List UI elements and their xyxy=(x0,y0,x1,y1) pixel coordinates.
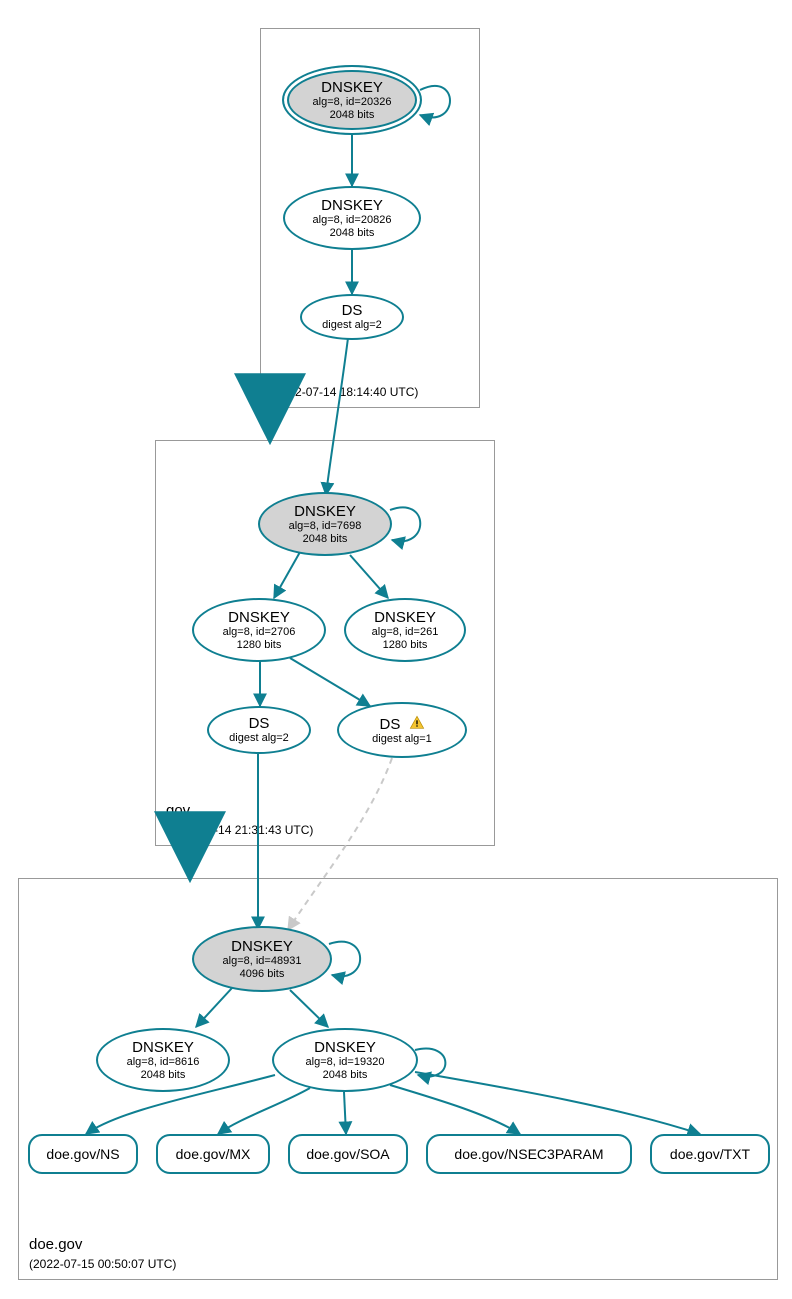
zone-gov-ts: (2022-07-14 21:31:43 UTC) xyxy=(166,823,313,837)
node-root-ds-title: DS xyxy=(342,302,363,319)
node-root-zsk-sub1: alg=8, id=20826 xyxy=(313,214,392,227)
node-doe-zsk-b[interactable]: DNSKEY alg=8, id=19320 2048 bits xyxy=(272,1028,418,1092)
node-doe-ksk-sub2: 4096 bits xyxy=(240,968,285,981)
rr-txt[interactable]: doe.gov/TXT xyxy=(650,1134,770,1174)
node-gov-zsk-b[interactable]: DNSKEY alg=8, id=261 1280 bits xyxy=(344,598,466,662)
node-root-zsk-sub2: 2048 bits xyxy=(330,227,375,240)
node-doe-ksk-sub1: alg=8, id=48931 xyxy=(223,955,302,968)
rr-txt-label: doe.gov/TXT xyxy=(670,1146,750,1162)
node-gov-zsk-b-title: DNSKEY xyxy=(374,609,436,626)
rr-soa[interactable]: doe.gov/SOA xyxy=(288,1134,408,1174)
zone-doe-ts: (2022-07-15 00:50:07 UTC) xyxy=(29,1257,176,1271)
node-gov-zsk-a[interactable]: DNSKEY alg=8, id=2706 1280 bits xyxy=(192,598,326,662)
node-gov-ds-b[interactable]: DS digest alg=1 xyxy=(337,702,467,758)
node-root-zsk[interactable]: DNSKEY alg=8, id=20826 2048 bits xyxy=(283,186,421,250)
zone-gov-name: gov xyxy=(166,802,313,819)
node-gov-ksk[interactable]: DNSKEY alg=8, id=7698 2048 bits xyxy=(258,492,392,556)
node-doe-zsk-a-title: DNSKEY xyxy=(132,1039,194,1056)
zone-doe-label: doe.gov (2022-07-15 00:50:07 UTC) xyxy=(29,1236,176,1271)
node-gov-zsk-b-sub1: alg=8, id=261 xyxy=(372,626,439,639)
node-gov-zsk-a-sub1: alg=8, id=2706 xyxy=(223,626,296,639)
node-gov-ds-a-sub1: digest alg=2 xyxy=(229,732,289,745)
node-gov-ksk-sub2: 2048 bits xyxy=(303,533,348,546)
node-root-ds-sub1: digest alg=2 xyxy=(322,319,382,332)
node-gov-zsk-a-title: DNSKEY xyxy=(228,609,290,626)
warning-icon xyxy=(409,715,425,731)
zone-root-ts: (2022-07-14 18:14:40 UTC) xyxy=(271,385,418,399)
zone-doe-name: doe.gov xyxy=(29,1236,176,1253)
node-gov-zsk-b-sub2: 1280 bits xyxy=(383,639,428,652)
rr-ns-label: doe.gov/NS xyxy=(46,1146,119,1162)
node-root-ksk-sub1: alg=8, id=20326 xyxy=(313,96,392,109)
node-doe-zsk-b-sub2: 2048 bits xyxy=(323,1069,368,1082)
node-doe-zsk-b-title: DNSKEY xyxy=(314,1039,376,1056)
node-root-ksk-title: DNSKEY xyxy=(321,79,383,96)
node-gov-ds-a[interactable]: DS digest alg=2 xyxy=(207,706,311,754)
node-doe-zsk-b-sub1: alg=8, id=19320 xyxy=(306,1056,385,1069)
node-doe-ksk[interactable]: DNSKEY alg=8, id=48931 4096 bits xyxy=(192,926,332,992)
node-gov-ds-b-title-text: DS xyxy=(379,716,400,733)
zone-root-label: . (2022-07-14 18:14:40 UTC) xyxy=(271,364,418,399)
rr-mx-label: doe.gov/MX xyxy=(176,1146,251,1162)
zone-root-name: . xyxy=(271,364,418,381)
zone-gov-label: gov (2022-07-14 21:31:43 UTC) xyxy=(166,802,313,837)
node-root-ksk[interactable]: DNSKEY alg=8, id=20326 2048 bits xyxy=(282,65,422,135)
node-doe-zsk-a[interactable]: DNSKEY alg=8, id=8616 2048 bits xyxy=(96,1028,230,1092)
node-doe-zsk-a-sub1: alg=8, id=8616 xyxy=(127,1056,200,1069)
node-doe-ksk-title: DNSKEY xyxy=(231,938,293,955)
rr-n3p-label: doe.gov/NSEC3PARAM xyxy=(454,1146,603,1162)
rr-ns[interactable]: doe.gov/NS xyxy=(28,1134,138,1174)
node-gov-ksk-sub1: alg=8, id=7698 xyxy=(289,520,362,533)
node-gov-ksk-title: DNSKEY xyxy=(294,503,356,520)
node-root-ksk-sub2: 2048 bits xyxy=(330,109,375,122)
rr-nsec3param[interactable]: doe.gov/NSEC3PARAM xyxy=(426,1134,632,1174)
node-gov-zsk-a-sub2: 1280 bits xyxy=(237,639,282,652)
node-doe-zsk-a-sub2: 2048 bits xyxy=(141,1069,186,1082)
node-root-zsk-title: DNSKEY xyxy=(321,197,383,214)
rr-mx[interactable]: doe.gov/MX xyxy=(156,1134,270,1174)
node-gov-ds-a-title: DS xyxy=(249,715,270,732)
rr-soa-label: doe.gov/SOA xyxy=(306,1146,389,1162)
node-gov-ds-b-title: DS xyxy=(379,715,424,733)
node-root-ds[interactable]: DS digest alg=2 xyxy=(300,294,404,340)
node-gov-ds-b-sub1: digest alg=1 xyxy=(372,733,432,746)
